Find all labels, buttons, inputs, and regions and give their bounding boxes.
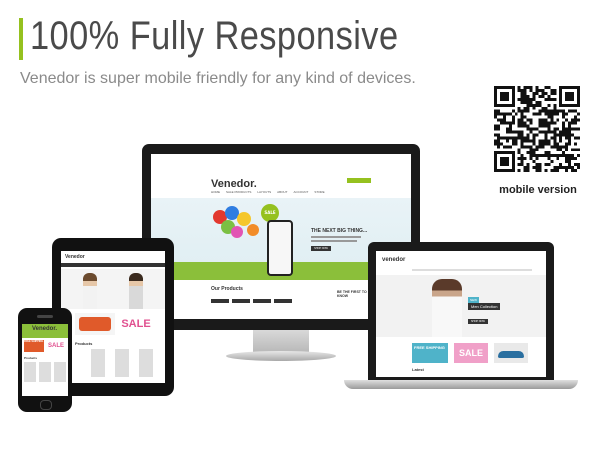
phone-speaker bbox=[37, 315, 53, 318]
desktop-section-title: Our Products bbox=[211, 286, 243, 292]
phone-brand-logo: Venedor. bbox=[32, 326, 58, 332]
page-title: 100% Fully Responsive bbox=[30, 14, 399, 58]
monitor-stand-base bbox=[226, 351, 336, 361]
desktop-hero-text-line bbox=[311, 236, 361, 238]
tablet-brand-logo: Venedor bbox=[65, 254, 85, 260]
laptop-sale-banner[interactable]: SALE bbox=[454, 343, 488, 363]
desktop-hero-phone bbox=[267, 220, 293, 276]
tablet-hero bbox=[61, 269, 165, 309]
desktop-tab[interactable] bbox=[211, 299, 229, 303]
tablet-free-shipping-banner[interactable] bbox=[75, 313, 115, 335]
phone-home-button[interactable] bbox=[40, 400, 52, 410]
qr-code bbox=[494, 86, 580, 172]
desktop-side-text: BE THE FIRST TO KNOW bbox=[337, 290, 367, 298]
phone-free-shipping-banner[interactable]: FREE SHIPPING bbox=[24, 340, 44, 352]
tablet-product-thumb[interactable] bbox=[91, 349, 105, 377]
qr-label: mobile version bbox=[499, 184, 577, 196]
phone-sale-banner[interactable]: SALE bbox=[46, 340, 66, 352]
desktop-nav-item[interactable]: LAYOUTS bbox=[257, 190, 271, 194]
laptop-hero-model bbox=[432, 279, 462, 337]
phone-product-thumb[interactable] bbox=[24, 362, 36, 382]
tablet-sale-banner[interactable]: SALE bbox=[117, 313, 155, 335]
desktop-brand-logo: Venedor. bbox=[211, 178, 257, 190]
desktop-nav-item[interactable]: HOME bbox=[211, 190, 220, 194]
desktop-tab[interactable] bbox=[232, 299, 250, 303]
desktop-tab[interactable] bbox=[274, 299, 292, 303]
tablet-section-title: Products bbox=[75, 341, 93, 346]
desktop-tab[interactable] bbox=[253, 299, 271, 303]
laptop-hero-button[interactable]: SHOP NOW bbox=[468, 319, 488, 324]
laptop-hero: NEW Men Collection SHOP NOW bbox=[376, 275, 546, 337]
laptop-nav-line bbox=[412, 269, 532, 271]
phone-product-thumb[interactable] bbox=[39, 362, 51, 382]
phone: Venedor. FREE SHIPPING SALE Products bbox=[18, 308, 72, 412]
desktop-hero-title: THE NEXT BIG THING... bbox=[311, 228, 368, 234]
desktop-hero-button[interactable]: SHOP NOW bbox=[311, 246, 331, 251]
laptop-shoe-banner[interactable] bbox=[494, 343, 528, 363]
title-accent-bar bbox=[19, 18, 23, 60]
laptop-base bbox=[344, 380, 578, 389]
truck-icon bbox=[79, 317, 111, 331]
desktop-nav-item[interactable]: ACCOUNT bbox=[293, 190, 308, 194]
laptop-section-title: Latest bbox=[412, 367, 424, 372]
desktop-nav: HOME SALE PRODUCTS LAYOUTS ABOUT ACCOUNT… bbox=[211, 190, 371, 194]
laptop: venedor NEW Men Collection SHOP NOW FREE… bbox=[368, 242, 554, 380]
desktop-nav-item[interactable]: STORE bbox=[314, 190, 324, 194]
desktop-nav-item[interactable]: SALE PRODUCTS bbox=[226, 190, 251, 194]
tablet-product-thumb[interactable] bbox=[139, 349, 153, 377]
tablet-nav-bar bbox=[61, 263, 165, 267]
laptop-hero-text: Men Collection bbox=[468, 303, 501, 310]
balloon-orange bbox=[247, 224, 259, 236]
tablet-hero-model-1 bbox=[83, 273, 97, 309]
monitor-stand-neck bbox=[253, 330, 309, 352]
tablet-product-thumb[interactable] bbox=[115, 349, 129, 377]
laptop-brand-logo: venedor bbox=[382, 257, 406, 263]
tablet-screen: Venedor SALE Products bbox=[61, 251, 165, 383]
tablet-hero-model-2 bbox=[129, 273, 143, 309]
laptop-screen: venedor NEW Men Collection SHOP NOW FREE… bbox=[376, 251, 546, 377]
desktop-hero-text-line bbox=[311, 240, 357, 242]
desktop-nav-item[interactable]: ABOUT bbox=[277, 190, 287, 194]
desktop-cart-button[interactable] bbox=[347, 178, 371, 183]
phone-screen: Venedor. FREE SHIPPING SALE Products bbox=[22, 324, 68, 396]
phone-product-thumb[interactable] bbox=[54, 362, 66, 382]
phone-section-title: Products bbox=[24, 356, 38, 360]
desktop-tab-bar bbox=[211, 299, 292, 303]
laptop-free-shipping-banner[interactable]: FREE SHIPPING bbox=[412, 343, 448, 363]
shoe-icon bbox=[498, 351, 524, 358]
page-subtitle: Venedor is super mobile friendly for any… bbox=[20, 70, 416, 87]
balloon-pink bbox=[231, 226, 243, 238]
